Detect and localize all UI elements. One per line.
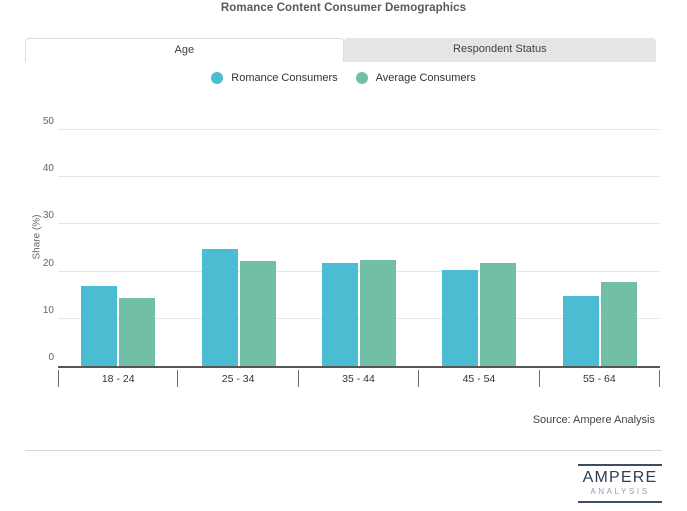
ampere-logo: AMPERE ANALYSIS <box>578 464 662 503</box>
bar-group-25-34 <box>178 130 298 366</box>
y-tick-label-0: 0 <box>48 352 54 363</box>
legend-marker-average-icon <box>355 72 368 84</box>
legend-item-romance-consumers[interactable]: Romance Consumers <box>211 72 338 84</box>
x-category-label-55-64: 55 - 64 <box>540 370 661 387</box>
bar-group-35-44 <box>299 130 419 366</box>
footer-divider <box>25 450 662 451</box>
tab-age[interactable]: Age <box>25 38 344 62</box>
bar-group-55-64 <box>540 130 660 366</box>
x-category-label-25-34: 25 - 34 <box>178 370 299 387</box>
x-category-label-35-44: 35 - 44 <box>299 370 420 387</box>
legend-item-average-consumers[interactable]: Average Consumers <box>355 72 476 84</box>
legend-label-average: Average Consumers <box>375 72 476 84</box>
bar-average-consumers-55-64[interactable] <box>600 281 637 366</box>
logo-subtext: ANALYSIS <box>590 487 650 496</box>
x-category-label-18-24: 18 - 24 <box>58 370 179 387</box>
y-tick-label-30: 30 <box>42 210 54 222</box>
y-tick-label-50: 50 <box>42 116 54 127</box>
bar-romance-consumers-55-64[interactable] <box>562 295 599 366</box>
legend-label-romance: Romance Consumers <box>231 72 338 84</box>
y-tick-label-20: 20 <box>42 257 54 269</box>
logo-text: AMPERE <box>582 469 658 486</box>
legend-marker-romance-icon <box>211 72 224 84</box>
bar-group-18-24 <box>58 130 178 366</box>
y-tick-label-40: 40 <box>42 163 54 175</box>
x-axis-band: 18 - 24 25 - 34 35 - 44 45 - 54 55 - 64 <box>58 370 661 387</box>
bar-romance-consumers-25-34[interactable] <box>201 249 238 366</box>
bar-average-consumers-25-34[interactable] <box>239 260 276 366</box>
source-note: Source: Ampere Analysis <box>532 414 655 426</box>
bar-romance-consumers-45-54[interactable] <box>442 269 479 366</box>
bar-average-consumers-35-44[interactable] <box>359 260 396 366</box>
tab-respondent-status[interactable]: Respondent Status <box>343 38 656 62</box>
dashboard-page: Romance Content Consumer Demographics Ag… <box>0 0 687 511</box>
plot-area: 0 10 20 30 40 50 <box>43 116 660 368</box>
bar-group-45-54 <box>419 130 539 366</box>
bar-average-consumers-45-54[interactable] <box>480 262 517 366</box>
chart-legend: Romance Consumers Average Consumers <box>0 72 687 84</box>
bar-average-consumers-18-24[interactable] <box>119 297 156 366</box>
bar-romance-consumers-35-44[interactable] <box>321 263 358 366</box>
x-category-label-45-54: 45 - 54 <box>419 370 540 387</box>
y-tick-label-10: 10 <box>42 304 54 316</box>
tab-bar: Age Respondent Status <box>25 38 656 62</box>
bar-romance-consumers-18-24[interactable] <box>81 285 118 366</box>
chart-title: Romance Content Consumer Demographics <box>220 2 467 14</box>
